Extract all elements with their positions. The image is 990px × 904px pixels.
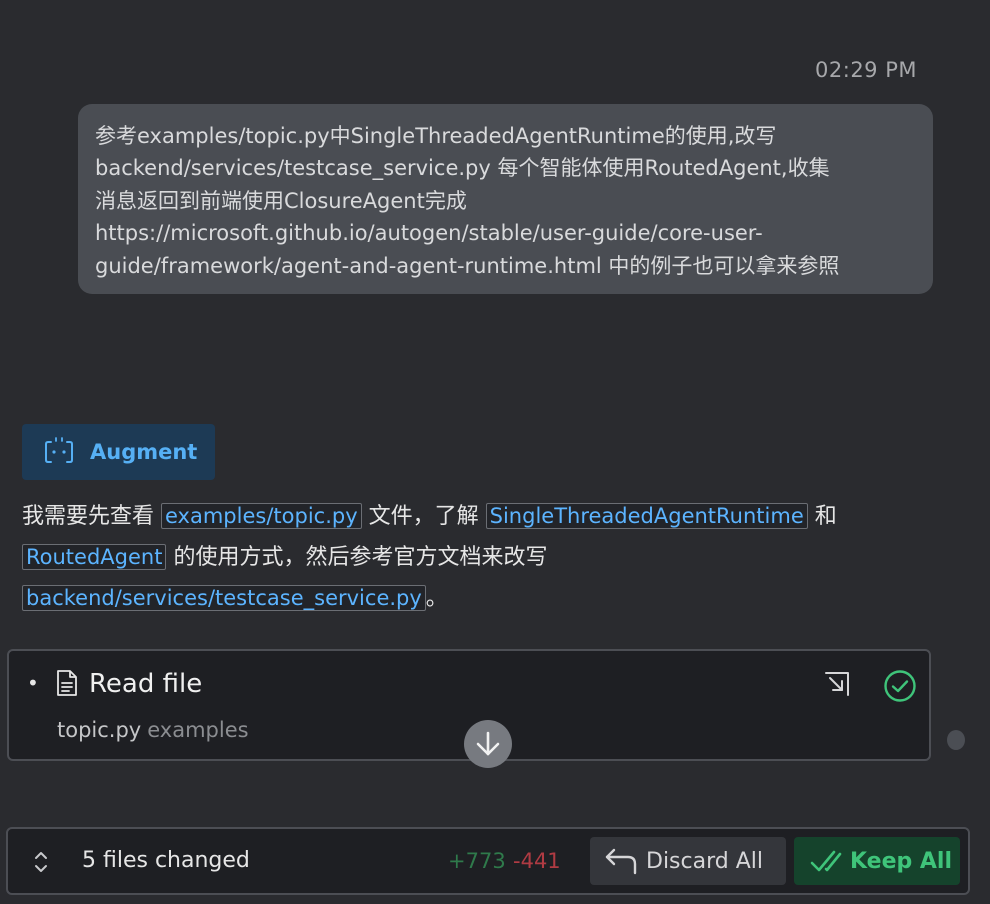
expand-collapse-icon[interactable] [32,849,50,875]
discard-all-label: Discard All [646,848,763,874]
list-bullet: • [27,671,39,695]
discard-all-button[interactable]: Discard All [590,837,786,885]
file-name: topic.py [57,718,142,742]
changes-bar: 5 files changed +773 -441 Discard All Ke… [6,827,970,895]
file-directory: examples [147,718,249,742]
tool-call-title: Read file [89,669,203,699]
code-reference-testcase-service[interactable]: backend/services/testcase_service.py [22,585,426,611]
agent-badge: Augment [22,424,215,480]
keep-all-label: Keep All [850,848,953,874]
user-message-bubble: 参考examples/topic.py中SingleThreadedAgentR… [78,104,933,294]
deletions-count: -441 [513,849,561,873]
tool-call-file[interactable]: topic.py examples [57,718,249,742]
files-changed-count[interactable]: 5 files changed [82,848,250,873]
code-reference-topic[interactable]: examples/topic.py [161,503,362,529]
double-check-icon [810,850,842,872]
file-icon [57,670,77,696]
agent-message-text: 我需要先查看 [22,504,161,529]
agent-message-text: 和 [807,504,837,529]
arrow-down-icon [476,731,500,756]
augment-bot-icon [45,437,73,463]
agent-message: 我需要先查看 examples/topic.py 文件，了解 SingleThr… [22,496,922,619]
code-reference-runtime[interactable]: SingleThreadedAgentRuntime [485,503,808,529]
scroll-to-bottom-button[interactable] [464,720,512,768]
agent-message-text: 。 [425,586,448,611]
message-timestamp: 02:29 PM [815,58,917,82]
agent-name: Augment [90,440,198,464]
keep-all-button[interactable]: Keep All [794,837,960,885]
additions-count: +773 [448,849,506,873]
open-external-icon[interactable] [822,669,852,699]
check-circle-icon [884,670,916,702]
undo-icon [605,848,637,875]
code-reference-routed-agent[interactable]: RoutedAgent [22,544,167,570]
scrollbar-thumb[interactable] [947,730,965,750]
agent-message-text: 的使用方式，然后参考官方文档来改写 [166,545,548,570]
agent-message-text: 文件，了解 [361,504,486,529]
